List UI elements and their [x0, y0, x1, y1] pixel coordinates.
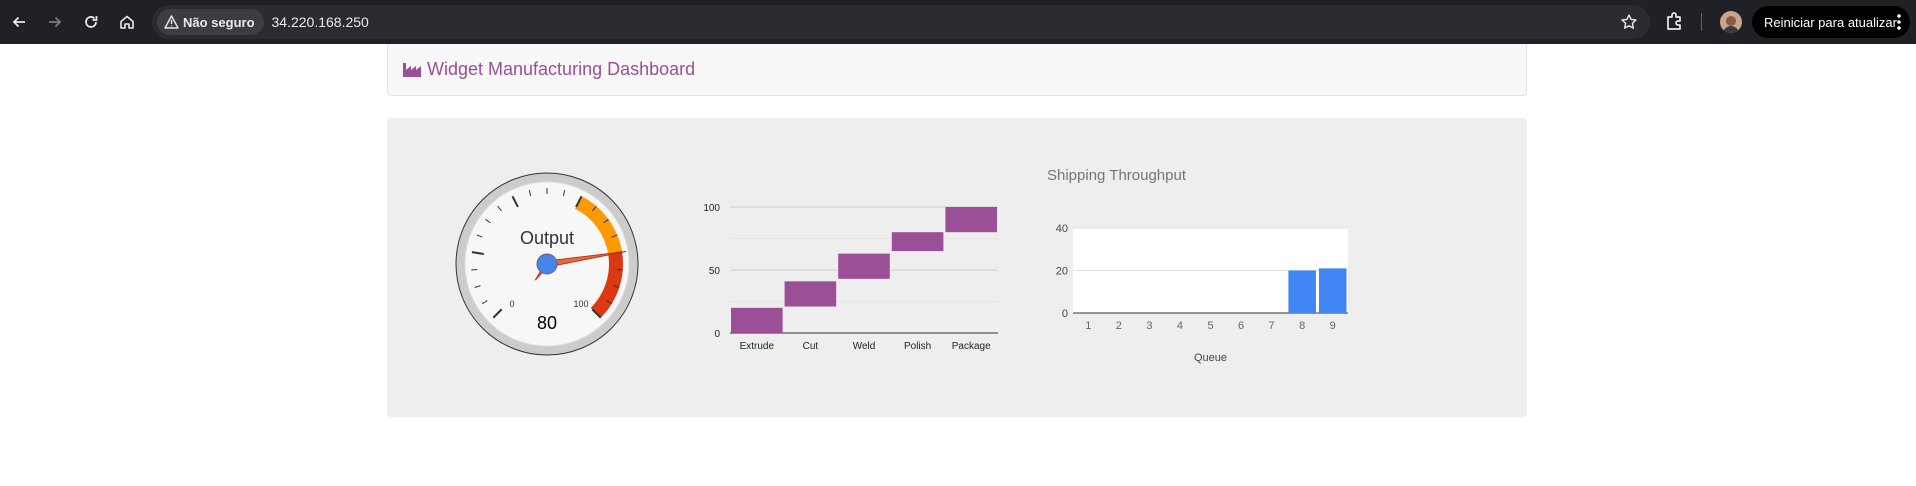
update-button-label: Reiniciar para atualizar: [1764, 14, 1897, 30]
bar-queue-9[interactable]: [1318, 268, 1347, 313]
x-tick-label: 8: [1299, 320, 1305, 332]
y-tick-label: 20: [1056, 266, 1068, 278]
extensions-icon: [1667, 12, 1681, 30]
home-button[interactable]: [109, 4, 145, 40]
more-vert-icon: [1897, 14, 1901, 30]
x-tick-label: 6: [1238, 320, 1244, 332]
x-tick-label: 7: [1269, 320, 1275, 332]
update-button[interactable]: Reiniciar para atualizar: [1752, 6, 1910, 38]
back-button[interactable]: [1, 4, 37, 40]
process-step-chart: 0 50 100 Extrude Cut Weld Polish Package: [703, 203, 998, 352]
x-tick-label: Extrude: [740, 341, 775, 352]
chart-title: Shipping Throughput: [1047, 167, 1187, 184]
security-chip[interactable]: Não seguro: [157, 9, 264, 35]
reload-icon: [85, 16, 98, 28]
gauge-max-label: 100: [573, 299, 588, 309]
forward-button[interactable]: [37, 4, 73, 40]
x-tick-label: Polish: [904, 341, 931, 352]
extensions-button[interactable]: [1664, 10, 1686, 37]
y-tick-label: 100: [703, 203, 720, 214]
gauge-value: 80: [537, 313, 557, 333]
security-label: Não seguro: [183, 14, 255, 30]
bookmark-button[interactable]: [1620, 13, 1638, 36]
avatar-shirt: [1723, 26, 1739, 33]
x-tick-label: 2: [1116, 320, 1122, 332]
x-tick-label: 1: [1085, 320, 1091, 332]
x-tick-label: 5: [1207, 320, 1213, 332]
gauge-label: Output: [520, 228, 574, 248]
home-icon: [120, 15, 134, 29]
address-bar[interactable]: Não seguro 34.220.168.250: [152, 5, 1650, 39]
profile-avatar[interactable]: [1720, 11, 1742, 33]
bar-cut[interactable]: [784, 281, 837, 307]
x-tick-label: Weld: [853, 341, 876, 352]
url-text[interactable]: 34.220.168.250: [272, 14, 369, 30]
bar-package[interactable]: [945, 207, 997, 233]
x-tick-label: 9: [1330, 320, 1336, 332]
bar-extrude[interactable]: [731, 307, 783, 333]
browser-toolbar: Não seguro 34.220.168.250 Reiniciar para…: [0, 0, 1916, 44]
bar-queue-8[interactable]: [1288, 270, 1316, 314]
x-tick-label: 4: [1177, 320, 1183, 332]
forward-arrow-icon: [49, 16, 62, 28]
y-tick-label: 0: [714, 329, 720, 340]
star-icon: [1621, 14, 1637, 29]
gauge-hub: [536, 253, 558, 275]
shipping-throughput-chart: Shipping Throughput 0 20 40 1 2 3 4 5 6 7 8 9 Queue: [1047, 167, 1348, 364]
factory-icon: [403, 62, 421, 77]
x-tick-label: Package: [952, 341, 991, 352]
output-gauge: Output 0 100 80: [455, 172, 639, 356]
back-arrow-icon: [12, 16, 25, 28]
reload-button[interactable]: [73, 4, 109, 40]
y-tick-label: 40: [1056, 223, 1068, 235]
bar-polish[interactable]: [891, 232, 944, 252]
page-title[interactable]: Widget Manufacturing Dashboard: [427, 59, 695, 80]
dashboard-header: Widget Manufacturing Dashboard: [387, 44, 1527, 96]
warning-triangle-icon: [164, 15, 179, 29]
y-tick-label: 50: [709, 266, 721, 277]
bar-weld[interactable]: [838, 253, 890, 279]
y-tick-label: 0: [1062, 308, 1068, 320]
gauge-min-label: 0: [509, 299, 514, 309]
x-axis-label: Queue: [1194, 352, 1227, 364]
x-tick-label: 3: [1146, 320, 1152, 332]
toolbar-divider: [1701, 13, 1702, 31]
x-tick-label: Cut: [803, 341, 819, 352]
avatar-face: [1726, 16, 1736, 26]
